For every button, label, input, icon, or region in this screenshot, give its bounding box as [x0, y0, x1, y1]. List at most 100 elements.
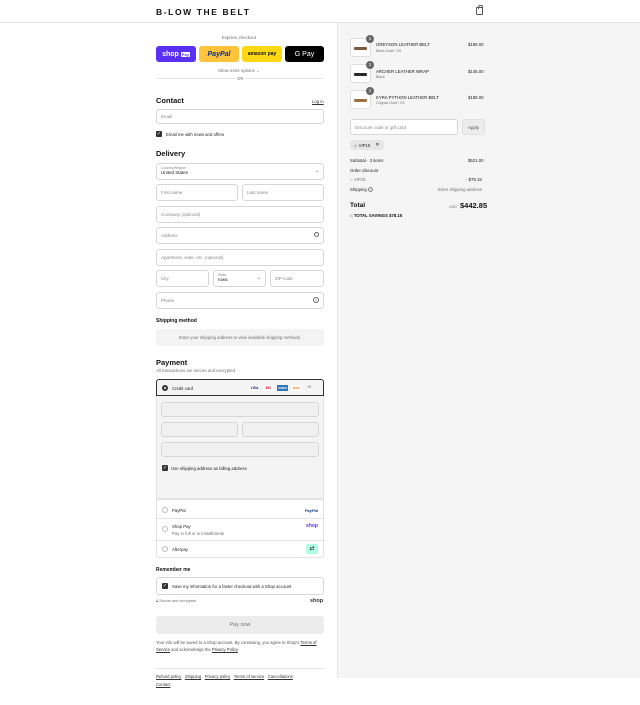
- card-number-field[interactable]: [161, 402, 319, 417]
- paypal-logo-icon: PayPal: [304, 508, 318, 513]
- shop-logo: shop: [310, 598, 324, 604]
- save-info-box: ✓ Save my information for a faster check…: [156, 577, 324, 595]
- last-name-field[interactable]: Last name: [242, 184, 324, 201]
- quantity-badge: 1: [366, 61, 374, 69]
- shop-pay-option[interactable]: Shop Pay Pay in full or in installments …: [156, 519, 324, 541]
- amex-icon: AMEX: [277, 385, 288, 391]
- afterpay-label: Afterpay: [172, 547, 189, 552]
- privacy-policy-link[interactable]: Privacy policy: [205, 674, 231, 679]
- discount-code-line: ⌂ VIP15: [350, 177, 366, 182]
- footer-divider: [156, 668, 324, 669]
- cart-item-variant: Black: [376, 75, 385, 79]
- search-icon: [314, 232, 319, 237]
- discount-tag: ⌂ VIP15 ✕: [350, 140, 384, 150]
- remember-me-heading: Remember me: [156, 567, 191, 573]
- cart-item-name: GREYSON LEATHER BELT: [376, 42, 430, 47]
- first-name-field[interactable]: First name: [156, 184, 238, 201]
- apartment-field[interactable]: Apartment, suite, etc. (optional): [156, 249, 324, 266]
- currency-code: USD: [449, 205, 458, 209]
- visa-icon: VISA: [249, 385, 260, 391]
- terms-of-service-link[interactable]: Terms of service: [234, 674, 264, 679]
- shipping-label: Shipping ?: [350, 187, 373, 192]
- product-thumbnail: 1: [350, 87, 374, 109]
- product-thumbnail: 1: [350, 35, 374, 57]
- privacy-link[interactable]: Privacy Policy: [212, 647, 238, 652]
- card-expiry-field[interactable]: [161, 422, 238, 437]
- order-discount-label: Order discount: [350, 168, 379, 173]
- billing-same-label: Use shipping address as billing address: [171, 466, 247, 471]
- card-name-field[interactable]: [161, 442, 319, 457]
- close-icon[interactable]: ✕: [375, 142, 379, 148]
- radio-unselected[interactable]: [162, 526, 168, 532]
- amazon-pay-button[interactable]: amazon pay: [242, 46, 282, 62]
- zip-field[interactable]: ZIP code: [270, 270, 324, 287]
- paypal-label: PayPal: [172, 508, 186, 513]
- radio-unselected[interactable]: [162, 546, 168, 552]
- express-checkout-label: Express checkout: [222, 35, 256, 40]
- quantity-badge: 1: [366, 87, 374, 95]
- shop-pay-logo-icon: shop: [306, 523, 318, 529]
- brand-logo[interactable]: B-LOW THE BELT: [156, 7, 250, 17]
- contact-link[interactable]: Contact: [156, 682, 170, 687]
- paypal-express-button[interactable]: PayPal: [199, 46, 239, 62]
- shipping-value: Enter shipping address: [438, 187, 482, 192]
- shipping-method-heading: Shipping method: [156, 318, 197, 324]
- shop-pay-button[interactable]: shop Pay: [156, 46, 196, 62]
- shopping-bag-icon[interactable]: [476, 5, 483, 15]
- show-more-options-link[interactable]: Show more options ⌄: [218, 68, 260, 74]
- order-summary: 1 GREYSON LEATHER BELT Black Gold / XS $…: [337, 23, 640, 678]
- discount-code-field[interactable]: Discount code or gift card: [350, 119, 458, 135]
- radio-selected[interactable]: [162, 385, 168, 391]
- help-icon[interactable]: ?: [367, 187, 373, 192]
- google-pay-button[interactable]: G Pay: [285, 46, 324, 62]
- secure-notice: 🔒︎ Secure and encrypted: [156, 599, 197, 603]
- country-select[interactable]: Country/Region United States ⌄: [156, 163, 324, 180]
- address-field[interactable]: Address: [156, 227, 324, 244]
- shipping-method-notice: Enter your shipping address to view avai…: [156, 329, 324, 346]
- credit-card-option[interactable]: Credit card VISA MC AMEX DISC +5: [156, 379, 324, 396]
- tag-icon: ⌂: [354, 142, 357, 148]
- cart-item-price: $188.00: [468, 95, 484, 100]
- login-link[interactable]: Log in: [312, 99, 324, 104]
- chevron-down-icon: ⌄: [314, 168, 319, 174]
- card-cvv-field[interactable]: [242, 422, 319, 437]
- shop-pay-badge: Pay: [180, 51, 190, 57]
- afterpay-logo-icon: ⇄: [306, 544, 318, 554]
- refund-policy-link[interactable]: Refund policy: [156, 674, 181, 679]
- billing-same-checkbox[interactable]: ✓: [162, 465, 168, 471]
- apply-button[interactable]: Apply: [462, 119, 485, 135]
- shop-pay-label: Shop Pay: [172, 524, 191, 529]
- paypal-option[interactable]: PayPal PayPal: [156, 499, 324, 519]
- subtotal-value: $521.00: [468, 158, 484, 163]
- save-info-checkbox[interactable]: ✓: [162, 583, 168, 589]
- google-pay-wordmark: G Pay: [294, 50, 315, 58]
- newsletter-label: Email me with news and offers: [166, 132, 225, 137]
- cart-item-name: KYRA PYTHON LEATHER BELT: [376, 95, 439, 100]
- total-value: $442.85: [460, 201, 488, 210]
- discover-icon: DISC: [291, 385, 302, 391]
- chevron-down-icon: ⌄: [256, 275, 261, 281]
- radio-unselected[interactable]: [162, 507, 168, 513]
- afterpay-option[interactable]: Afterpay ⇄: [156, 541, 324, 558]
- cart-item-variant: Black Gold / XS: [376, 49, 402, 53]
- pay-now-button[interactable]: Pay now: [156, 616, 324, 634]
- newsletter-checkbox[interactable]: ✓: [156, 131, 162, 137]
- cancellations-link[interactable]: Cancellations: [268, 674, 293, 679]
- shipping-link[interactable]: Shipping: [185, 674, 201, 679]
- phone-field[interactable]: Phone ?: [156, 292, 324, 309]
- site-header: B-LOW THE BELT: [0, 0, 640, 23]
- paypal-wordmark: PayPal: [207, 50, 231, 58]
- lock-icon: 🔒︎: [156, 599, 159, 603]
- payment-heading: Payment: [156, 358, 188, 367]
- card-details-panel: ✓ Use shipping address as billing addres…: [156, 396, 324, 499]
- cart-item-price: $188.00: [468, 42, 484, 47]
- state-select[interactable]: State Iowa ⌄: [213, 270, 266, 287]
- help-icon[interactable]: ?: [313, 297, 319, 303]
- company-field[interactable]: Company (optional): [156, 206, 324, 223]
- shop-disclaimer: Your info will be saved to a Shop accoun…: [156, 640, 317, 652]
- quantity-badge: 1: [366, 35, 374, 43]
- city-field[interactable]: City: [156, 270, 209, 287]
- more-cards-badge: +5: [307, 385, 311, 389]
- email-field[interactable]: Email: [156, 109, 324, 124]
- shop-pay-wordmark: shop: [162, 50, 179, 58]
